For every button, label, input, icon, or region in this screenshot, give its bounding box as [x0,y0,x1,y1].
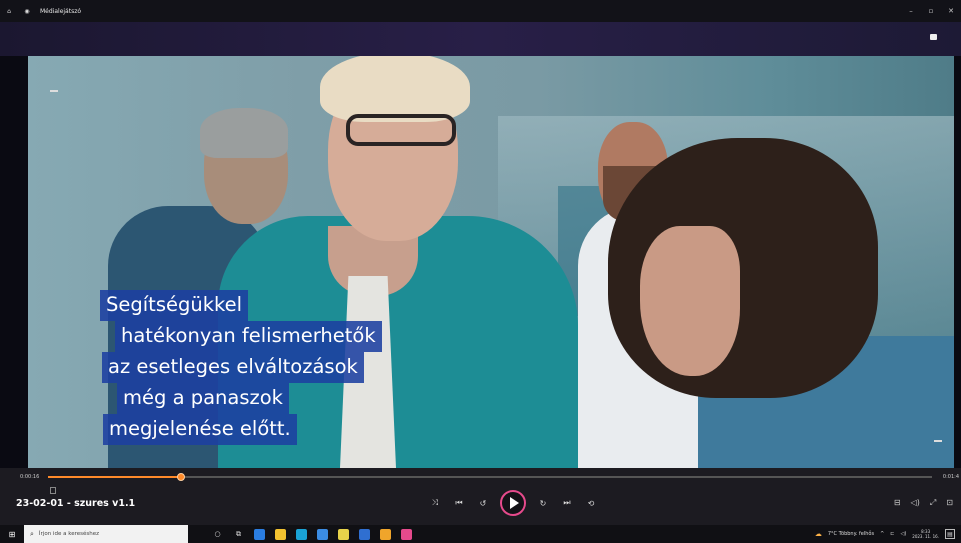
secondary-controls: ⊟ ◁) ⤢ ⊡ [894,498,953,508]
media-player-window: ⌂ ◉ Médialejátszó – ▫ ✕ Segítségükkel ha… [0,0,961,543]
next-icon[interactable]: ⏭ [560,498,574,508]
taskbar-search[interactable]: ⌕ Írjon ide a kereséshez [24,525,188,543]
player-controls: 0:00:16 0:01:4 23-02-01 - szures v1.1 ⤨ … [0,468,961,525]
subtitle-line: megjelenése előtt. [103,414,297,445]
chrome-icon[interactable] [380,528,391,540]
speaker-icon[interactable]: ◁) [900,531,906,537]
time-elapsed: 0:00:16 [20,474,40,480]
search-icon: ⌕ [30,529,34,538]
clock[interactable]: 8:33 2023. 11. 16. [912,529,939,539]
edge-icon[interactable] [254,528,265,540]
video-top-strip [0,22,961,56]
media-info-icon [50,487,56,494]
search-placeholder: Írjon ide a kereséshez [38,531,99,537]
seek-bar[interactable] [48,473,932,481]
cast-icon[interactable]: ⊡ [946,498,953,508]
weather-icon[interactable]: ☁ [815,530,822,538]
subtitle-line: az esetleges elváltozások [102,352,364,383]
sticky-notes-icon[interactable] [338,528,349,540]
maximize-icon[interactable]: ▫ [921,0,941,22]
mini-player-icon[interactable] [930,34,937,40]
home-icon[interactable]: ⌂ [0,0,18,22]
taskbar: ⊞ ⌕ Írjon ide a kereséshez ○ ⧉ ☁ 7°C Töb… [0,525,961,543]
video-frame[interactable]: Segítségükkel hatékonyan felismerhetők a… [28,56,954,468]
forward-icon[interactable]: ↻ [536,499,550,508]
background-man-hair [200,108,288,158]
video-marker-left [50,90,58,92]
play-icon [510,497,519,509]
play-circle-icon: ◉ [24,7,30,15]
clock-date: 2023. 11. 16. [912,534,939,539]
word-icon[interactable] [359,528,370,540]
outlook-icon[interactable] [317,528,328,540]
play-button[interactable] [500,490,526,516]
volume-icon[interactable]: ◁) [911,498,920,508]
notification-icon[interactable]: ▤ [945,529,955,539]
patient-face [640,226,740,376]
nurse-glasses [346,114,456,146]
file-explorer-icon[interactable] [275,528,286,540]
subtitle-line: még a panaszok [117,383,289,414]
store-icon[interactable] [296,528,307,540]
system-tray: ☁ 7°C Többny. felhős ^ ⊏ ◁) 8:33 2023. 1… [815,529,961,539]
repeat-icon[interactable]: ⟲ [584,499,598,508]
track-title: 23-02-01 - szures v1.1 [16,498,136,509]
shuffle-icon[interactable]: ⤨ [428,498,442,508]
taskbar-apps: ○ ⧉ [212,528,412,540]
minimize-icon[interactable]: – [901,0,921,22]
nurse-hair [320,56,470,122]
chevron-up-icon[interactable]: ^ [880,531,884,537]
seek-bar-fill [48,476,181,478]
close-icon[interactable]: ✕ [941,0,961,22]
task-view-icon[interactable]: ⧉ [233,529,244,540]
weather-text[interactable]: 7°C Többny. felhős [828,531,874,537]
network-icon[interactable]: ⊏ [890,531,894,537]
video-marker-right [934,440,942,442]
window-controls: – ▫ ✕ [901,0,961,22]
windows-start-icon[interactable]: ⊞ [0,525,24,543]
subtitle-line: Segítségükkel [100,290,249,321]
rewind-icon[interactable]: ↺ [476,499,490,508]
subtitle-line: hatékonyan felismerhetők [115,321,382,352]
previous-icon[interactable]: ⏮ [452,498,466,508]
playback-buttons: ⤨ ⏮ ↺ ↻ ⏭ ⟲ [428,490,598,516]
window-title: Médialejátszó [40,7,82,15]
media-player-icon[interactable] [401,528,412,540]
cortana-icon[interactable]: ○ [212,529,223,540]
seek-thumb[interactable] [176,473,185,481]
fullscreen-icon[interactable]: ⤢ [930,498,936,508]
subtitles-icon[interactable]: ⊟ [894,498,901,508]
time-total: 0:01:4 [942,474,959,480]
subtitle-block: Segítségükkel hatékonyan felismerhetők a… [100,290,382,445]
title-bar: ⌂ ◉ Médialejátszó – ▫ ✕ [0,0,961,22]
